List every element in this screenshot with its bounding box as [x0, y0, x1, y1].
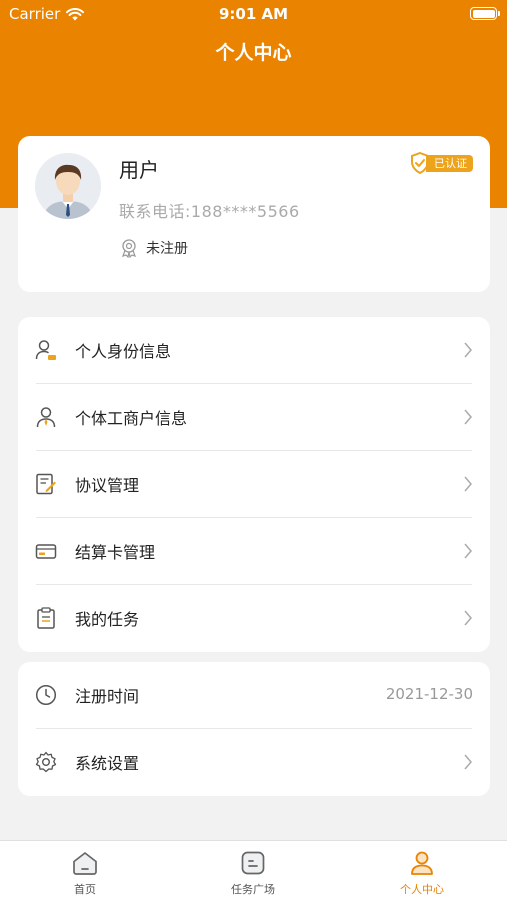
- tab-label: 个人中心: [400, 883, 444, 896]
- profile-card: 用户 联系电话:188****5566 未注册 已认证: [18, 136, 490, 292]
- registration-status: 未注册: [120, 238, 188, 258]
- menu-item-label: 个体工商户信息: [75, 409, 188, 428]
- status-time: 9:01 AM: [218, 5, 289, 23]
- clock-icon: [35, 684, 57, 706]
- chevron-right-icon: [464, 610, 472, 626]
- menu-item-my-tasks[interactable]: 我的任务: [18, 585, 490, 652]
- verified-badge: 已认证: [410, 152, 473, 174]
- person-icon: [411, 851, 433, 875]
- menu-item-agreement[interactable]: 协议管理: [18, 451, 490, 518]
- tab-personal-center[interactable]: 个人中心: [362, 849, 482, 897]
- task-square-icon: [241, 851, 265, 875]
- tab-label: 任务广场: [231, 883, 275, 896]
- system-settings-row[interactable]: 系统设置: [18, 729, 490, 796]
- register-time-label: 注册时间: [75, 687, 140, 706]
- menu-item-label: 结算卡管理: [75, 543, 156, 562]
- chevron-right-icon: [464, 543, 472, 559]
- home-icon: [73, 852, 97, 875]
- tab-home[interactable]: 首页: [25, 849, 145, 897]
- gear-icon: [35, 751, 57, 773]
- badge-ribbon-icon: [122, 239, 136, 258]
- system-settings-label: 系统设置: [75, 754, 140, 773]
- page-title: 个人中心: [215, 42, 292, 64]
- chevron-right-icon: [464, 476, 472, 492]
- tab-label: 首页: [74, 883, 96, 896]
- avatar[interactable]: [35, 153, 101, 219]
- user-name: 用户: [119, 158, 159, 182]
- status-bar: Carrier 9:01 AM: [0, 0, 507, 28]
- menu-item-identity-info[interactable]: 个人身份信息: [18, 317, 490, 384]
- chevron-right-icon: [464, 342, 472, 358]
- menu-item-settlement-card[interactable]: 结算卡管理: [18, 518, 490, 585]
- settings-card: 注册时间 2021-12-30 系统设置: [18, 662, 490, 796]
- menu-item-business-info[interactable]: 个体工商户信息: [18, 384, 490, 451]
- menu-item-label: 我的任务: [75, 610, 140, 629]
- chevron-right-icon: [464, 754, 472, 770]
- chevron-right-icon: [464, 409, 472, 425]
- menu-item-label: 协议管理: [75, 476, 140, 495]
- register-time-value: 2021-12-30: [385, 685, 473, 703]
- menu-item-label: 个人身份信息: [75, 342, 172, 361]
- tab-task-square[interactable]: 任务广场: [193, 849, 313, 897]
- person-id-icon: [35, 340, 56, 360]
- agreement-icon: [36, 473, 56, 495]
- menu-card: 个人身份信息 个体工商户信息 协议管理 结算卡管理 我的任务: [18, 317, 490, 652]
- avatar-person-icon: [35, 153, 101, 219]
- registration-status-label: 未注册: [146, 241, 188, 257]
- user-phone: 联系电话:188****5566: [119, 202, 300, 221]
- battery-icon: [470, 7, 500, 20]
- card-icon: [35, 544, 57, 559]
- business-person-icon: [36, 407, 56, 428]
- clipboard-icon: [37, 607, 55, 629]
- tab-bar: 首页 任务广场 个人中心: [0, 840, 507, 900]
- verified-label: 已认证: [426, 154, 473, 172]
- register-time-row: 注册时间 2021-12-30: [18, 662, 490, 729]
